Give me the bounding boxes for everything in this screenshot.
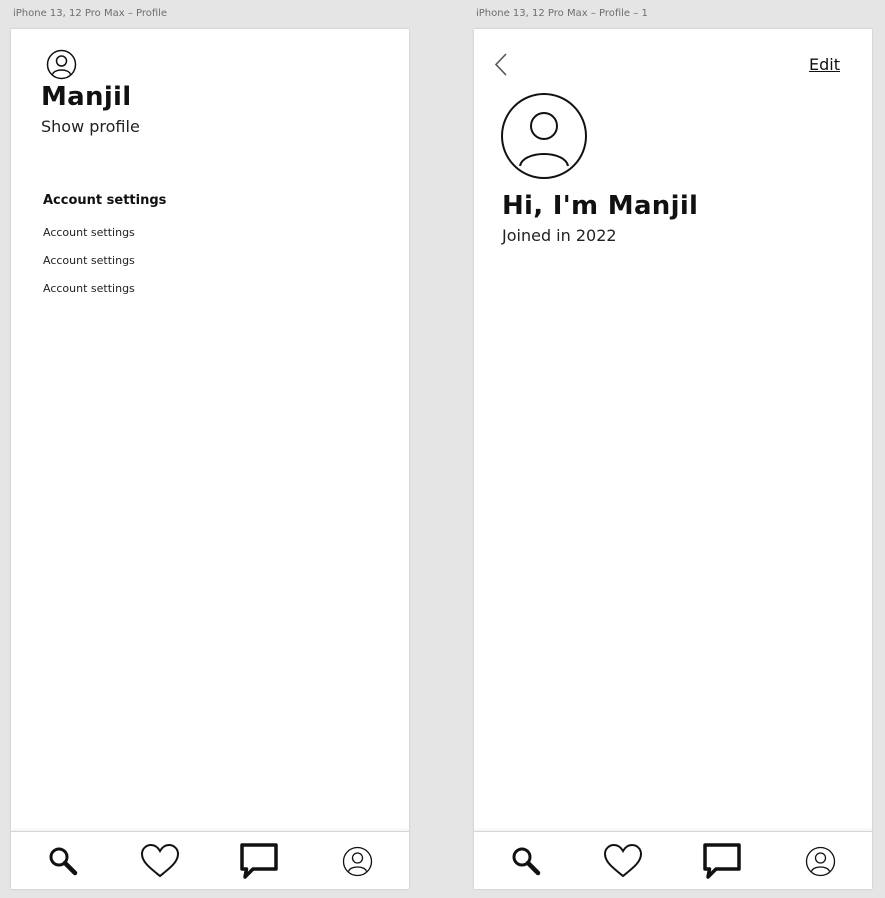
tab-profile[interactable] bbox=[337, 842, 377, 880]
search-icon bbox=[510, 845, 542, 877]
greeting-heading: Hi, I'm Manjil bbox=[502, 191, 699, 221]
tab-search[interactable] bbox=[506, 842, 546, 880]
heart-icon bbox=[603, 843, 643, 879]
tab-search[interactable] bbox=[43, 842, 83, 880]
tab-profile[interactable] bbox=[800, 842, 840, 880]
settings-heading: Account settings bbox=[43, 193, 167, 208]
show-profile-link[interactable]: Show profile bbox=[41, 117, 140, 136]
search-icon bbox=[47, 845, 79, 877]
profile-name: Manjil bbox=[41, 82, 132, 112]
profile-detail-screen: Edit Hi, I'm Manjil Joined in 2022 bbox=[474, 29, 872, 889]
edit-link[interactable]: Edit bbox=[809, 55, 840, 74]
chat-icon bbox=[702, 842, 742, 880]
artboard-label-profile-1: iPhone 13, 12 Pro Max – Profile – 1 bbox=[476, 8, 648, 19]
settings-item[interactable]: Account settings bbox=[43, 226, 135, 239]
profile-avatar-icon bbox=[500, 92, 588, 180]
settings-item[interactable]: Account settings bbox=[43, 282, 135, 295]
chat-icon bbox=[239, 842, 279, 880]
avatar-icon[interactable] bbox=[46, 49, 77, 80]
user-icon bbox=[805, 846, 836, 877]
tab-messages[interactable] bbox=[239, 842, 279, 880]
tab-wishlist[interactable] bbox=[603, 842, 643, 880]
tab-messages[interactable] bbox=[702, 842, 742, 880]
chevron-left-icon bbox=[492, 53, 512, 83]
user-icon bbox=[342, 846, 373, 877]
heart-icon bbox=[140, 843, 180, 879]
joined-date: Joined in 2022 bbox=[502, 226, 617, 245]
back-button[interactable] bbox=[492, 51, 512, 79]
tab-bar bbox=[11, 831, 409, 889]
profile-menu-screen: Manjil Show profile Account settings Acc… bbox=[11, 29, 409, 889]
artboard-label-profile: iPhone 13, 12 Pro Max – Profile bbox=[13, 8, 168, 19]
tab-bar bbox=[474, 831, 872, 889]
tab-wishlist[interactable] bbox=[140, 842, 180, 880]
settings-item[interactable]: Account settings bbox=[43, 254, 135, 267]
